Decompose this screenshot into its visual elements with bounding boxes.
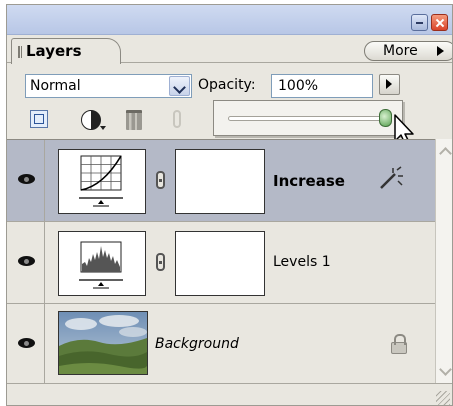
layer-row-increase[interactable]: Increase — [7, 140, 435, 222]
histogram-icon — [79, 241, 123, 289]
blend-mode-select[interactable]: Normal — [25, 74, 192, 98]
chain-link-icon[interactable] — [156, 171, 165, 189]
layer-name: Levels 1 — [273, 254, 331, 270]
scroll-down-icon[interactable] — [437, 363, 452, 379]
magic-wand-icon — [380, 166, 403, 189]
dropdown-triangle-icon — [100, 126, 106, 130]
layer-row-background[interactable]: Background — [7, 304, 435, 384]
minimize-button[interactable] — [411, 14, 428, 31]
visibility-toggle[interactable] — [7, 140, 45, 221]
chain-link-icon[interactable] — [156, 253, 165, 271]
eye-icon — [18, 256, 35, 266]
lock-icon — [391, 334, 407, 354]
layers-panel: Layers More Normal Opacity: 100% Increas… — [6, 4, 453, 406]
tab-layers-label: Layers — [26, 42, 82, 60]
layers-list: Increase Levels 1 Background — [7, 139, 435, 384]
more-button-label: More — [383, 43, 418, 59]
opacity-input[interactable]: 100% — [271, 74, 373, 98]
visibility-toggle[interactable] — [7, 222, 45, 303]
background-image-thumbnail[interactable] — [58, 311, 148, 375]
curves-adjustment-thumbnail[interactable] — [58, 149, 146, 214]
triangle-right-icon — [437, 46, 444, 56]
panel-bottom-bar — [7, 383, 452, 405]
panel-tab-row: Layers More — [7, 35, 452, 64]
layer-mask-thumbnail[interactable] — [175, 231, 265, 296]
curves-icon — [79, 155, 123, 207]
grip-icon — [18, 46, 22, 58]
opacity-label: Opacity: — [198, 77, 256, 93]
link-layers-icon[interactable] — [30, 110, 48, 128]
opacity-value: 100% — [278, 78, 319, 94]
landscape-photo-icon — [59, 312, 148, 374]
chevron-down-icon[interactable] — [169, 76, 190, 96]
opacity-slider-track[interactable] — [228, 116, 390, 121]
tab-layers[interactable]: Layers — [11, 38, 121, 64]
blend-mode-value: Normal — [30, 78, 81, 94]
layer-name: Increase — [273, 172, 345, 190]
layer-row-levels[interactable]: Levels 1 — [7, 222, 435, 304]
eye-icon — [18, 338, 35, 348]
adjustment-layer-icon[interactable] — [81, 110, 101, 130]
visibility-toggle[interactable] — [7, 304, 45, 384]
more-button[interactable]: More — [364, 41, 452, 61]
levels-adjustment-thumbnail[interactable] — [58, 231, 146, 296]
layers-scrollbar[interactable] — [435, 139, 452, 383]
eye-icon — [18, 174, 35, 184]
opacity-slider-popup — [213, 100, 403, 136]
layer-mask-thumbnail[interactable] — [175, 149, 265, 214]
resize-grip-icon[interactable] — [436, 391, 450, 405]
trash-icon[interactable] — [126, 110, 142, 130]
opacity-slider-toggle-button[interactable] — [379, 74, 400, 95]
opacity-slider-thumb[interactable] — [378, 109, 392, 127]
close-button[interactable] — [431, 14, 448, 31]
panel-title-bar[interactable] — [7, 5, 452, 35]
chain-disabled-icon — [173, 110, 181, 128]
scroll-up-icon[interactable] — [437, 143, 452, 159]
layer-name: Background — [155, 336, 239, 352]
